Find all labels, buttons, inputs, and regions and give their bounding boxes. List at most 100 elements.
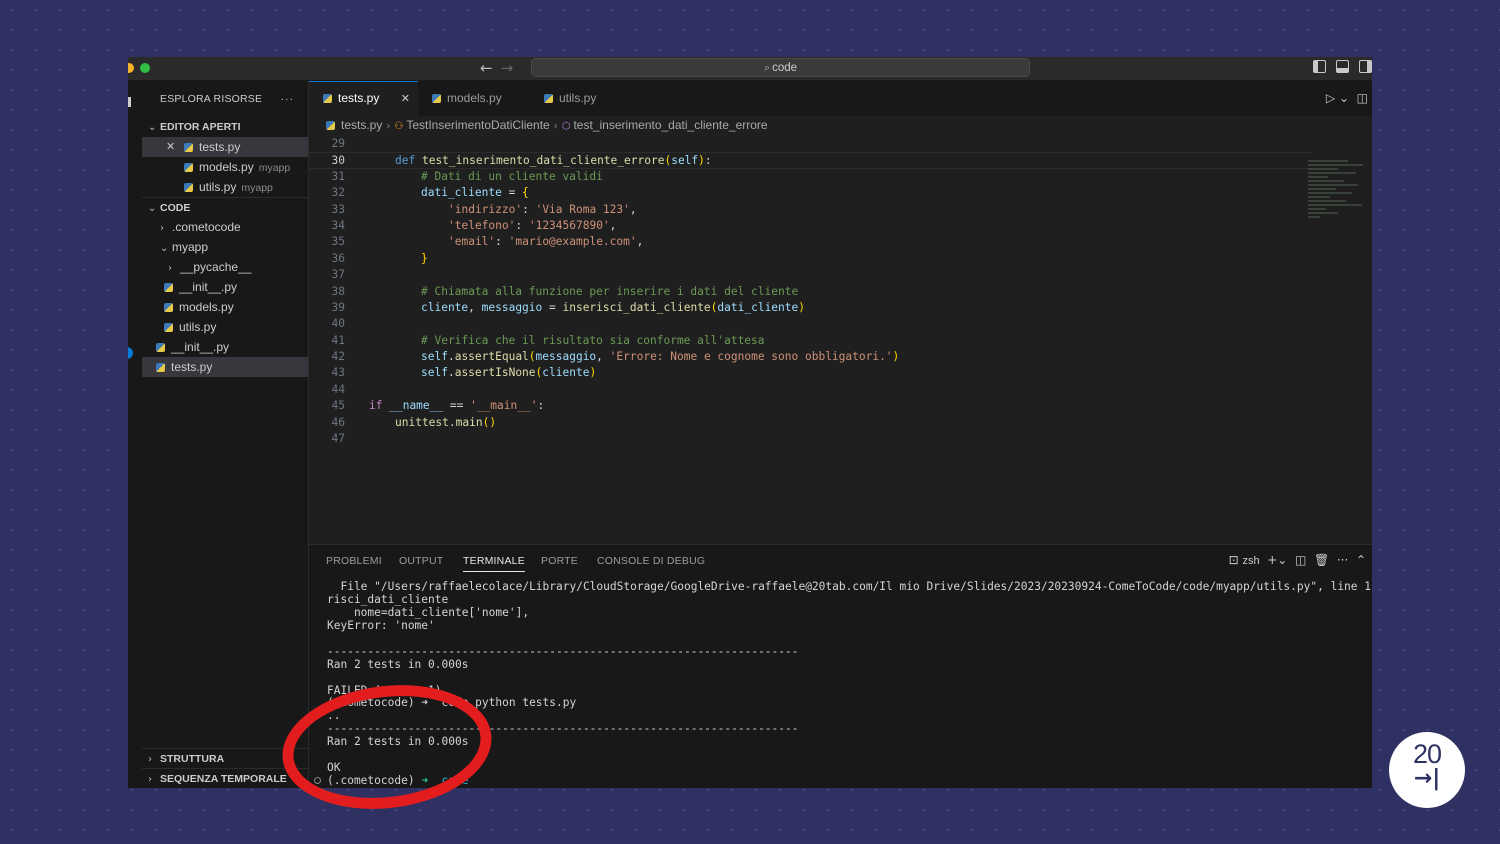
zoom-button[interactable] (140, 63, 150, 73)
code-line: 32 dati_cliente = { (309, 185, 1312, 201)
code-text: # Chiamata alla funzione per inserire i … (421, 284, 799, 298)
accounts-badge-icon[interactable] (128, 347, 133, 359)
tree-label: .cometocode (172, 220, 241, 234)
tree-item-cometocode[interactable]: › .cometocode (142, 217, 308, 237)
python-file-icon (184, 183, 193, 192)
chevron-right-icon: › (148, 754, 152, 765)
tree-item-myapp-init[interactable]: __init__.py (142, 277, 308, 297)
back-arrow-icon[interactable]: ← (480, 59, 501, 77)
trash-icon[interactable]: 🗑 (1314, 553, 1329, 567)
explorer-sidebar: ESPLORA RISORSE ··· ⌄ EDITOR APERTI ✕ test… (142, 81, 309, 788)
code-text: # Dati di un cliente validi (421, 169, 603, 183)
code-token: messaggio (535, 350, 597, 364)
line-number: 33 (331, 202, 345, 216)
tab-ports[interactable]: PORTE (541, 555, 578, 567)
code-line: 31 # Dati di un cliente validi (309, 169, 1312, 185)
code-text: 'telefono': '1234567890', (448, 218, 617, 232)
open-editors-section[interactable]: ⌄ EDITOR APERTI (142, 117, 308, 137)
line-number: 30 (331, 154, 345, 168)
tree-item-myapp[interactable]: ⌄ myapp (142, 237, 308, 257)
python-file-icon (156, 343, 165, 352)
tree-item-tests[interactable]: tests.py (142, 357, 308, 377)
close-icon[interactable]: ✕ (166, 137, 175, 157)
shell-name[interactable]: zsh (1242, 555, 1259, 567)
code-token: cliente (421, 300, 469, 314)
logo-number: 20 (1412, 739, 1442, 769)
terminal-line: ----------------------------------------… (327, 645, 799, 658)
new-terminal-icon[interactable]: + (1267, 553, 1277, 567)
code-token: main (455, 415, 483, 429)
chevron-down-icon[interactable]: ⌄ (1339, 91, 1349, 105)
code-token: 'telefono' (448, 218, 516, 232)
tab-terminal[interactable]: TERMINALE (463, 555, 525, 572)
tab-tests[interactable]: tests.py ✕ (309, 81, 418, 116)
vscode-window: ←→ ⌕ code ESPLORA RISORSE ··· ⌄ EDITOR APE… (128, 57, 1372, 788)
open-editor-tests[interactable]: ✕ tests.py (142, 137, 308, 157)
forward-arrow-icon[interactable]: → (501, 59, 522, 77)
code-text: # Verifica che il risultato sia conforme… (421, 333, 765, 347)
chevron-right-icon: › (553, 121, 558, 132)
tree-item-models[interactable]: models.py (142, 297, 308, 317)
chevron-down-icon[interactable]: ⌄ (1277, 553, 1287, 567)
breadcrumb-method[interactable]: test_inserimento_dati_cliente_errore (573, 118, 767, 132)
code-line-current: 30 def test_inserimento_dati_cliente_erro… (309, 152, 1312, 169)
breadcrumb-class[interactable]: TestInserimentoDatiCliente (406, 118, 549, 132)
code-line: 29 (309, 136, 1312, 152)
search-icon: ⌕ (763, 61, 771, 74)
command-center-search[interactable]: ⌕ code (531, 58, 1030, 77)
close-tab-icon[interactable]: ✕ (401, 82, 410, 115)
terminal-line: Ran 2 tests in 0.000s (327, 658, 469, 671)
code-text: } (421, 251, 428, 265)
code-line: 38 # Chiamata alla funzione per inserire … (309, 284, 1312, 300)
toggle-panel-icon[interactable] (1336, 60, 1349, 73)
line-number: 32 (331, 186, 345, 200)
tree-label: __init__.py (171, 340, 230, 354)
tree-item-root-init[interactable]: __init__.py (142, 337, 308, 357)
code-text: cliente, messaggio = inserisci_dati_clie… (421, 300, 805, 314)
code-text: dati_cliente = { (421, 186, 529, 200)
code-line: 46 unittest.main() (309, 415, 1312, 431)
code-token: assertEqual (454, 350, 529, 364)
more-actions-icon[interactable]: ··· (1337, 553, 1348, 567)
open-editor-models[interactable]: models.py myapp (142, 157, 308, 177)
tab-problems[interactable]: PROBLEMI (326, 555, 382, 567)
tree-label: tests.py (171, 360, 213, 374)
tree-label: __pycache__ (180, 260, 252, 274)
code-token: '__main__' (470, 399, 538, 413)
toggle-primary-sidebar-icon[interactable] (1313, 60, 1326, 73)
chevron-right-icon: › (148, 774, 152, 785)
line-number: 35 (331, 235, 345, 249)
toggle-secondary-sidebar-icon[interactable] (1359, 60, 1372, 73)
code-line: 41 # Verifica che il risultato sia confor… (309, 333, 1312, 349)
minimize-button[interactable] (128, 63, 134, 73)
code-text: def test_inserimento_dati_cliente_errore… (395, 154, 712, 168)
code-token: 'Via Roma 123' (535, 202, 630, 216)
open-editor-utils[interactable]: utils.py myapp (142, 177, 308, 197)
python-file-icon (164, 323, 173, 332)
line-number: 46 (331, 415, 345, 429)
tab-models[interactable]: models.py (418, 81, 530, 116)
tree-item-utils[interactable]: utils.py (142, 317, 308, 337)
editor-actions: ▷ ⌄ ◫ (1326, 91, 1368, 105)
search-label: code (772, 62, 798, 74)
maximize-panel-icon[interactable]: ⌃ (1356, 553, 1366, 567)
code-token: 'email' (448, 235, 496, 249)
minimap[interactable] (1308, 160, 1372, 240)
tab-debug-console[interactable]: CONSOLE DI DEBUG (597, 555, 705, 567)
split-terminal-icon[interactable]: ◫ (1295, 553, 1306, 567)
more-actions-icon[interactable]: ··· (281, 81, 295, 117)
code-token: unittest (395, 415, 449, 429)
code-token: assertIsNone (454, 366, 536, 380)
run-icon[interactable]: ▷ (1326, 91, 1335, 105)
tab-utils[interactable]: utils.py (530, 81, 636, 116)
code-text: 'email': 'mario@example.com', (448, 235, 644, 249)
breadcrumb-file[interactable]: tests.py (341, 118, 382, 132)
timeline-section[interactable]: › SEQUENZA TEMPORALE (142, 768, 308, 788)
folder-section[interactable]: ⌄ CODE (142, 197, 308, 217)
tab-output[interactable]: OUTPUT (399, 555, 443, 567)
tree-item-pycache[interactable]: › __pycache__ (142, 257, 308, 277)
code-editor[interactable]: 29 30 def test_inserimento_dati_cliente_e… (309, 136, 1312, 447)
line-number: 29 (331, 137, 345, 150)
split-editor-icon[interactable]: ◫ (1357, 91, 1368, 105)
